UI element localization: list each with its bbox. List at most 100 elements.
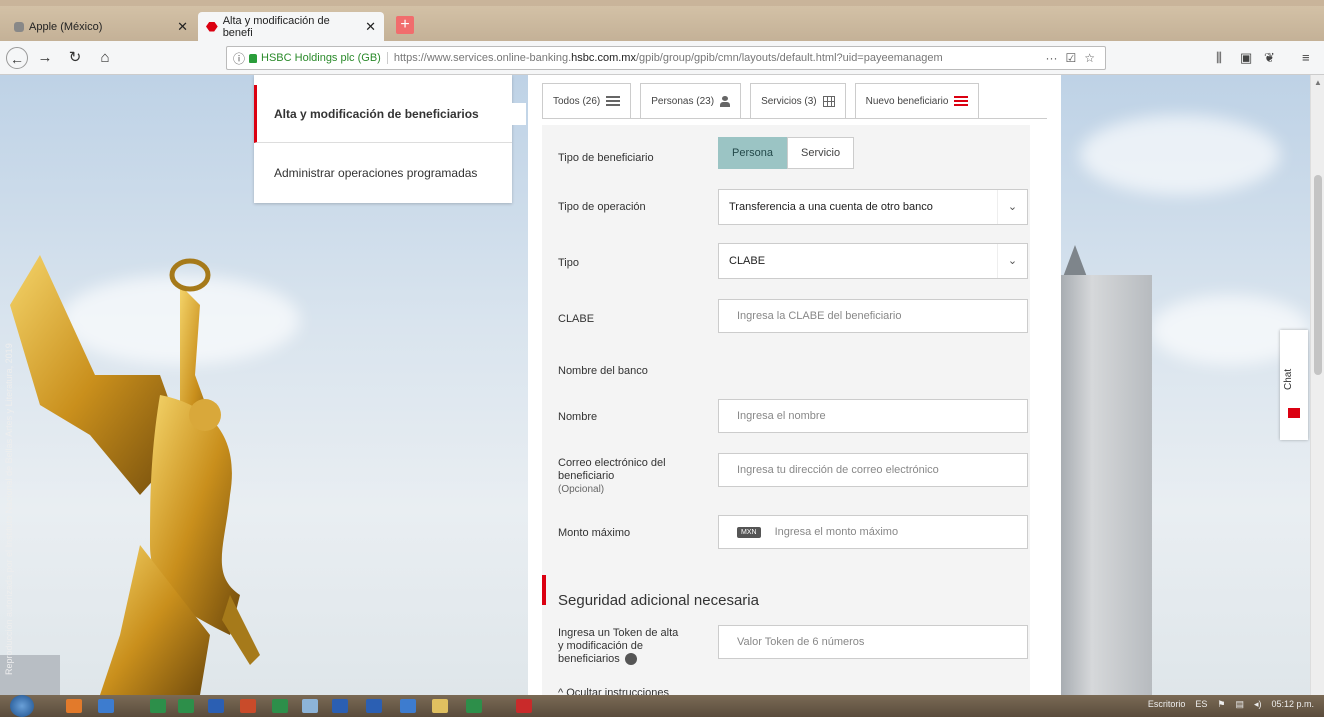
scroll-thumb[interactable] — [1314, 175, 1322, 375]
network-icon[interactable]: ▤ — [1235, 699, 1244, 710]
list-red-icon — [954, 96, 969, 106]
correo-input[interactable]: Ingresa tu dirección de correo electróni… — [718, 453, 1028, 487]
toggle-servicio[interactable]: Servicio — [786, 137, 855, 169]
currency-badge: MXN — [737, 526, 761, 538]
system-tray: Escritorio ES ⚑ ▤ ◂) 05:12 p.m. — [1148, 699, 1314, 710]
list-icon — [606, 96, 621, 106]
language-indicator[interactable]: ES — [1195, 699, 1207, 710]
token-label-text: beneficiarios — [558, 653, 620, 665]
chrome-taskbar-icon[interactable] — [98, 699, 114, 713]
correo-optional: (Opcional) — [558, 484, 605, 495]
excel-taskbar-icon-2[interactable] — [178, 699, 194, 713]
tab-apple[interactable]: Apple (México) ✕ — [6, 12, 196, 41]
close-tab-icon[interactable]: ✕ — [171, 19, 188, 35]
forward-arrow-icon[interactable]: → — [34, 47, 56, 69]
monto-input[interactable]: MXN Ingresa el monto máximo — [718, 515, 1028, 549]
grid-icon — [822, 95, 835, 107]
tab-divider — [542, 118, 1047, 119]
nombre-banco-label: Nombre del banco — [558, 365, 648, 377]
tab-bar: Apple (México) ✕ Alta y modificación de … — [0, 6, 1324, 41]
folder-taskbar-icon[interactable] — [432, 699, 448, 713]
hamburger-menu-icon[interactable]: ≡ — [1302, 50, 1310, 65]
tipo-operacion-select[interactable]: Transferencia a una cuenta de otro banco… — [718, 189, 1028, 225]
tab-hsbc[interactable]: Alta y modificación de benefi ✕ — [198, 12, 384, 41]
desktop-label[interactable]: Escritorio — [1148, 699, 1186, 710]
new-tab-icon[interactable]: + — [396, 16, 414, 34]
lock-icon — [249, 53, 258, 63]
url-suffix: /gpib/group/gpib/cmn/layouts/default.htm… — [635, 52, 943, 64]
menu-item-operaciones-programadas[interactable]: Administrar operaciones programadas — [254, 144, 512, 202]
tab-todos[interactable]: Todos (26) — [542, 83, 632, 119]
correo-label-line2: beneficiario — [558, 470, 615, 482]
volume-icon[interactable]: ◂) — [1254, 699, 1262, 710]
reload-icon[interactable]: ↻ — [64, 47, 86, 69]
chevron-down-icon[interactable]: ⌄ — [997, 244, 1027, 278]
home-icon[interactable]: ⌂ — [94, 47, 116, 69]
toggle-persona[interactable]: Persona — [718, 137, 787, 169]
hsbc-favicon-icon — [206, 21, 218, 32]
close-tab-icon[interactable]: ✕ — [359, 19, 376, 35]
tipo-select[interactable]: CLABE ⌄ — [718, 243, 1028, 279]
pocket-icon[interactable]: ☑ — [1065, 51, 1076, 65]
url-tools: ··· ☑ ☆ — [1035, 51, 1105, 65]
tab-nuevo-beneficiario[interactable]: Nuevo beneficiario — [854, 83, 980, 119]
ocultar-instrucciones-link[interactable]: ^ Ocultar instrucciones — [558, 687, 669, 695]
token-label-line3: beneficiarios — [558, 653, 678, 666]
page-info-icon[interactable]: ⓘ — [227, 50, 249, 67]
app-taskbar-icon-2[interactable] — [466, 699, 482, 713]
flag-icon[interactable]: ⚑ — [1217, 699, 1225, 710]
explorer-taskbar-icon[interactable] — [302, 699, 318, 713]
word-taskbar-icon[interactable] — [208, 699, 224, 713]
excel-taskbar-icon-3[interactable] — [272, 699, 288, 713]
back-arrow-icon[interactable]: ← — [6, 47, 28, 69]
more-actions-icon[interactable]: ··· — [1045, 51, 1057, 65]
chat-button[interactable]: Chat — [1280, 330, 1308, 440]
tab-servicios[interactable]: Servicios (3) — [750, 83, 846, 119]
tipo-value: CLABE — [729, 255, 766, 267]
person-icon — [720, 95, 731, 107]
certificate-label[interactable]: HSBC Holdings plc (GB) — [261, 52, 388, 64]
token-placeholder: Valor Token de 6 números — [737, 636, 865, 648]
correo-label-line1: Correo electrónico del — [558, 457, 666, 469]
clabe-input[interactable]: Ingresa la CLABE del beneficiario — [718, 299, 1028, 333]
correo-placeholder: Ingresa tu dirección de correo electróni… — [737, 464, 939, 476]
tipo-operacion-label: Tipo de operación — [558, 201, 646, 213]
monto-placeholder: Ingresa el monto máximo — [774, 526, 899, 538]
beneficiary-tabs: Todos (26) Personas (23) Servicios (3) N… — [542, 83, 980, 119]
windows-taskbar: Escritorio ES ⚑ ▤ ◂) 05:12 p.m. — [0, 695, 1324, 717]
tipo-beneficiario-label: Tipo de beneficiario — [558, 152, 654, 164]
sidebar-icon[interactable]: ▣ — [1240, 50, 1252, 66]
info-icon[interactable] — [624, 653, 637, 666]
seguridad-title: Seguridad adicional necesaria — [558, 592, 759, 609]
powerpoint-taskbar-icon[interactable] — [240, 699, 256, 713]
firefox-taskbar-icon[interactable] — [66, 699, 82, 713]
acrobat-taskbar-icon[interactable] — [516, 699, 532, 713]
excel-taskbar-icon[interactable] — [150, 699, 166, 713]
url-bar[interactable]: ⓘ HSBC Holdings plc (GB) https://www.ser… — [226, 46, 1106, 70]
start-button-icon[interactable] — [10, 695, 34, 717]
chat-bubble-icon — [1288, 408, 1300, 418]
chevron-down-icon[interactable]: ⌄ — [997, 190, 1027, 224]
building — [1052, 275, 1152, 695]
tipo-label: Tipo — [558, 257, 579, 269]
tab-personas[interactable]: Personas (23) — [640, 83, 742, 119]
photo-credit: Reproducción autorizada por el Instituto… — [4, 343, 14, 675]
bookmark-star-icon[interactable]: ☆ — [1084, 51, 1095, 65]
extension-icon[interactable]: ❦ — [1264, 50, 1275, 66]
clock[interactable]: 05:12 p.m. — [1271, 699, 1314, 710]
outlook-taskbar-icon[interactable] — [400, 699, 416, 713]
menu-item-alta-beneficiarios[interactable]: Alta y modificación de beneficiarios — [254, 85, 512, 143]
tipo-operacion-value: Transferencia a una cuenta de otro banco — [729, 201, 933, 213]
nombre-input[interactable]: Ingresa el nombre — [718, 399, 1028, 433]
app-taskbar-icon[interactable] — [332, 699, 348, 713]
library-icon[interactable]: ⫼ — [1216, 50, 1222, 66]
chevron-up-icon: ^ — [558, 687, 564, 695]
ocultar-label: Ocultar instrucciones — [566, 687, 669, 695]
url-text[interactable]: https://www.services.online-banking.hsbc… — [388, 52, 943, 64]
scroll-up-icon[interactable]: ▲ — [1314, 78, 1322, 87]
word-taskbar-icon-2[interactable] — [366, 699, 382, 713]
clabe-label: CLABE — [558, 313, 595, 325]
token-input[interactable]: Valor Token de 6 números — [718, 625, 1028, 659]
page-scrollbar[interactable]: ▲ — [1310, 75, 1324, 695]
side-menu: Alta y modificación de beneficiarios Adm… — [254, 75, 512, 203]
